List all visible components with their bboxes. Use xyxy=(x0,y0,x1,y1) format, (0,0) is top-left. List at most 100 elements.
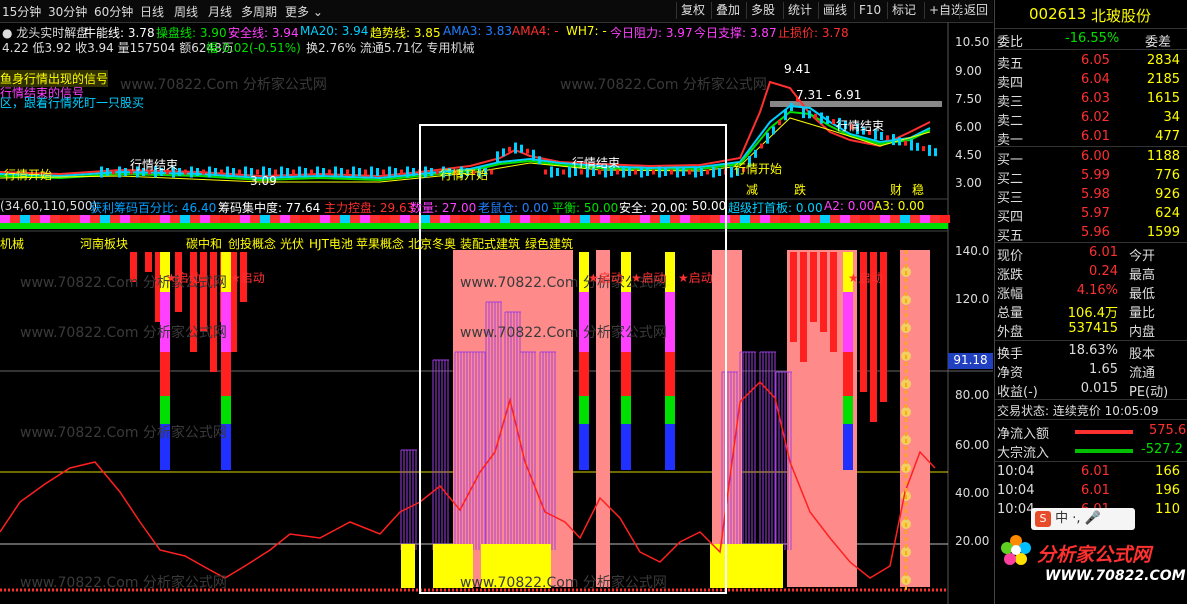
weibi-row: 委比 -16.55% 委差 xyxy=(995,30,1187,50)
f10-button[interactable]: F10 xyxy=(854,2,885,19)
strip-mark xyxy=(860,215,870,223)
candle xyxy=(526,148,529,154)
chart-area[interactable]: www.70822.Com 分析家公式网 www.70822.Com 分析家公式… xyxy=(0,22,993,604)
period-month[interactable]: 月线 xyxy=(208,3,232,20)
sell-row[interactable]: 卖二 6.02 34 xyxy=(995,109,1187,129)
statistics-button[interactable]: 统计 xyxy=(783,2,816,19)
candle xyxy=(346,169,349,175)
candle xyxy=(508,146,511,152)
concept-label: 碳中和 xyxy=(186,237,223,251)
stat-label-2: 最低 xyxy=(1129,287,1156,302)
buy-row[interactable]: 买二 5.99 776 xyxy=(995,167,1187,187)
stat-value: 537415 xyxy=(1068,321,1118,336)
strip-mark xyxy=(340,215,350,223)
sell-row[interactable]: 卖四 6.04 2185 xyxy=(995,71,1187,91)
candle xyxy=(904,140,907,146)
sell-row[interactable]: 卖三 6.03 1615 xyxy=(995,90,1187,110)
buy-row[interactable]: 买五 5.96 1599 xyxy=(995,224,1187,244)
strip-mark xyxy=(40,215,50,223)
buy-row[interactable]: 买四 5.97 624 xyxy=(995,205,1187,225)
period-30min[interactable]: 30分钟 xyxy=(48,3,87,20)
candle xyxy=(928,144,931,156)
signal-label: 行情开始 xyxy=(440,168,489,182)
watermark: www.70822.Com 分析家公式网 xyxy=(20,425,227,441)
indicator-axis-label: 120.0 xyxy=(955,292,990,306)
start-label: ★启动 xyxy=(848,271,883,285)
safe-value: 安全: 20.00 xyxy=(619,201,686,215)
candle xyxy=(358,168,361,176)
stack-green xyxy=(579,396,589,426)
stat-value: 0.24 xyxy=(1089,264,1118,279)
strip-mark xyxy=(200,215,210,223)
stack-green xyxy=(843,396,853,426)
overlay-button[interactable]: 叠加 xyxy=(711,2,744,19)
sell-row[interactable]: 卖一 6.01 477 xyxy=(995,128,1187,148)
stat-value: 0.015 xyxy=(1080,381,1118,396)
period-60min[interactable]: 60分钟 xyxy=(94,3,133,20)
candle xyxy=(232,168,235,176)
period-day[interactable]: 日线 xyxy=(140,3,164,20)
stock-header: 002613 北玻股份 xyxy=(995,4,1187,26)
period-week[interactable]: 周线 xyxy=(174,3,198,20)
candle xyxy=(826,115,829,124)
strip-mark xyxy=(460,215,470,223)
sell-price: 6.04 xyxy=(1081,72,1110,87)
price-axis-label: 3.00 xyxy=(955,176,982,190)
strip-mark xyxy=(820,215,830,223)
lower-params: (34,60,110,500) xyxy=(0,199,98,213)
stat-label-2: 内盘 xyxy=(1129,325,1156,340)
draw-line-button[interactable]: 画线 xyxy=(818,2,851,19)
rat-position: 老鼠仓: 0.00 xyxy=(478,201,549,215)
stat-label-2: 流通 xyxy=(1129,366,1156,381)
candle xyxy=(556,168,559,176)
a3-value: A3: 0.00 xyxy=(874,199,925,213)
candle xyxy=(388,166,391,178)
indicator-axis-label: 80.00 xyxy=(955,388,990,402)
strip-mark xyxy=(700,215,710,223)
tick-time: 10:04 xyxy=(997,483,1035,498)
restore-right-button[interactable]: 复权 xyxy=(676,2,709,19)
strip-mark xyxy=(20,215,30,223)
stack-green xyxy=(665,396,675,426)
strip-mark xyxy=(440,215,450,223)
back-button[interactable]: 返回 xyxy=(959,2,992,19)
tick-price: 6.01 xyxy=(1081,464,1110,479)
wh7-value: WH7: - xyxy=(566,24,607,38)
price-summary: 4.22 低3.92 收3.94 量157504 额6248万 xyxy=(2,41,234,55)
candle xyxy=(376,168,379,176)
indicator-axis-label: 60.00 xyxy=(955,438,990,452)
strip-mark xyxy=(600,215,610,223)
sell-row[interactable]: 卖五 6.05 2834 xyxy=(995,52,1187,72)
mark-button[interactable]: 标记 xyxy=(887,2,920,19)
stat2-row: 收益(-) 0.015 PE(动) xyxy=(995,380,1187,400)
period-15min[interactable]: 15分钟 xyxy=(2,3,41,20)
period-more[interactable]: 更多 ⌄ xyxy=(285,3,323,20)
buy-price: 5.97 xyxy=(1081,206,1110,221)
ime-toolbar[interactable]: S 中 ·, 🎤 xyxy=(1031,508,1135,530)
candle xyxy=(370,166,373,178)
period-multi[interactable]: 多周期 xyxy=(241,3,277,20)
candle xyxy=(514,142,517,154)
turnover-summary: 换2.76% 流通5.71亿 专用机械 xyxy=(306,41,475,55)
signal-label: 行情结束 xyxy=(836,119,885,133)
strip-mark xyxy=(120,215,130,223)
candle xyxy=(184,169,187,175)
watermark: www.70822.Com 分析家公式网 xyxy=(20,325,227,341)
buy-row[interactable]: 买一 6.00 1188 xyxy=(995,148,1187,168)
concept-label: 苹果概念 xyxy=(356,237,405,251)
candle xyxy=(430,168,433,176)
candle xyxy=(670,169,673,175)
sell-price: 6.02 xyxy=(1081,110,1110,125)
candle xyxy=(634,169,637,175)
concept-label: HJT电池 xyxy=(309,237,353,251)
candle xyxy=(190,166,193,178)
stat-label-2: 股本 xyxy=(1129,347,1156,362)
weicha-label: 委差 xyxy=(1145,35,1172,50)
buy-row[interactable]: 买三 5.98 926 xyxy=(995,186,1187,206)
multi-stock-button[interactable]: 多股 xyxy=(746,2,779,19)
candle xyxy=(718,168,721,176)
concept-label: 装配式建筑 xyxy=(460,237,521,251)
stack-red xyxy=(621,352,631,396)
net-inflow-row: 净流入额 575.6 xyxy=(995,422,1187,442)
stoploss-value: 止损价: 3.78 xyxy=(778,26,849,40)
